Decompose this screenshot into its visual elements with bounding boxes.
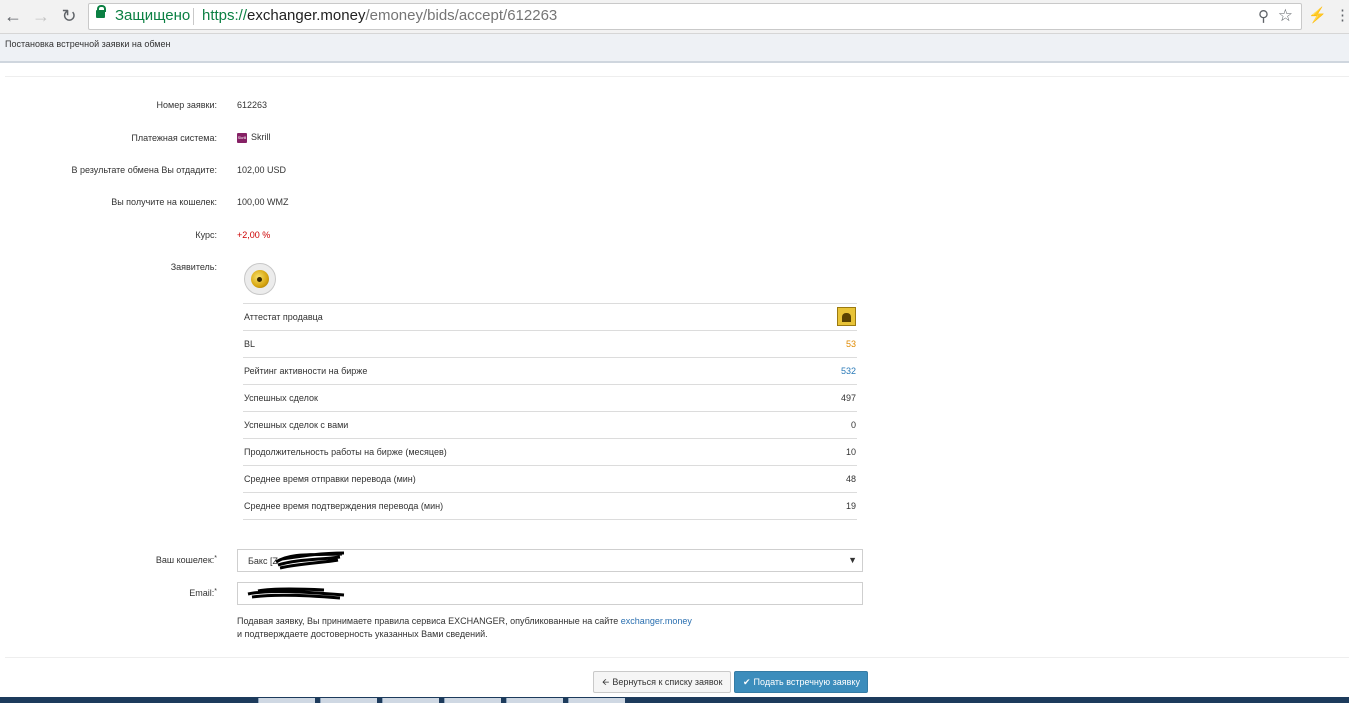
stat-name: Успешных сделок — [244, 393, 318, 403]
stat-value: 10 — [845, 447, 856, 457]
receive-amount-value: 100,00 WMZ — [237, 197, 289, 207]
taskbar-item[interactable] — [258, 698, 315, 703]
stats-row: BL 53 — [243, 331, 857, 358]
rate-label: Курс: — [195, 230, 217, 240]
give-amount-label: В результате обмена Вы отдадите: — [71, 165, 217, 175]
stats-row: Среднее время подтверждения перевода (ми… — [243, 493, 857, 520]
stats-row: Успешных сделок с вами 0 — [243, 412, 857, 439]
url-host: exchanger.money — [247, 7, 366, 24]
back-to-list-button[interactable]: 🡨 Вернуться к списку заявок — [593, 671, 731, 693]
stat-name: Продолжительность работы на бирже (месяц… — [244, 447, 447, 457]
stat-value: 48 — [845, 474, 856, 484]
address-bar[interactable]: Защищено https://exchanger.money/emoney/… — [88, 3, 1302, 30]
stats-row: Рейтинг активности на бирже 532 — [243, 358, 857, 385]
email-label: Email:* — [189, 588, 217, 598]
payment-system-name: Skrill — [251, 132, 271, 142]
stat-value: 0 — [850, 420, 856, 430]
stat-value: 532 — [840, 366, 856, 376]
divider — [5, 657, 1349, 658]
menu-dots-icon[interactable]: ⋮ — [1335, 6, 1349, 24]
email-label-text: Email: — [189, 588, 215, 598]
skrill-logo-icon: Skrill — [237, 132, 247, 143]
forward-arrow-icon[interactable]: → — [30, 5, 52, 27]
submit-button-label: Подать встречную заявку — [753, 677, 860, 687]
stat-name: Аттестат продавца — [244, 312, 323, 322]
receive-amount-label: Вы получите на кошелек: — [111, 197, 217, 207]
redaction-scribble — [275, 551, 345, 570]
stats-row: Среднее время отправки перевода (мин) 48 — [243, 466, 857, 493]
avatar-image-icon — [251, 270, 269, 288]
stat-value: 19 — [845, 501, 856, 511]
check-icon: ✔ — [743, 677, 751, 687]
order-number-value: 612263 — [237, 100, 268, 110]
terms-link[interactable]: exchanger.money — [621, 616, 692, 626]
required-mark: * — [214, 555, 217, 562]
email-field[interactable] — [237, 582, 863, 605]
os-taskbar — [0, 697, 1349, 703]
redaction-scribble — [247, 587, 345, 600]
reload-icon[interactable]: ↻ — [58, 5, 80, 27]
applicant-avatar[interactable] — [244, 263, 276, 295]
address-separator — [193, 8, 194, 25]
back-button-label: Вернуться к списку заявок — [612, 677, 723, 687]
url-scheme: https:// — [202, 7, 248, 24]
attestat-icon[interactable] — [837, 307, 856, 326]
payment-system-label: Платежная система: — [131, 133, 217, 143]
url-text[interactable]: https://exchanger.money/emoney/bids/acce… — [202, 7, 557, 24]
terms-notice: Подавая заявку, Вы принимаете правила се… — [237, 615, 692, 641]
stat-name: Среднее время отправки перевода (мин) — [244, 474, 416, 484]
page-header: Постановка встречной заявки на обмен — [0, 34, 1349, 63]
stat-name: Успешных сделок с вами — [244, 420, 349, 430]
wallet-label: Ваш кошелек:* — [156, 555, 217, 565]
url-path: /emoney/bids/accept/612263 — [365, 7, 558, 24]
bookmark-star-icon[interactable]: ☆ — [1278, 6, 1293, 26]
payment-system-value: Skrill Skrill — [237, 132, 271, 143]
taskbar-item[interactable] — [568, 698, 625, 703]
stat-name: Рейтинг активности на бирже — [244, 366, 368, 376]
dropdown-arrow-icon: ▼ — [848, 555, 857, 565]
required-mark: * — [214, 588, 217, 595]
taskbar-item[interactable] — [444, 698, 501, 703]
taskbar-item[interactable] — [382, 698, 439, 703]
arrow-left-icon: 🡨 — [602, 677, 610, 687]
divider — [5, 76, 1349, 77]
seller-stats-table: Аттестат продавца BL 53 Рейтинг активнос… — [243, 303, 857, 520]
stat-name: BL — [244, 339, 256, 349]
page-title: Постановка встречной заявки на обмен — [5, 39, 171, 49]
stats-row: Продолжительность работы на бирже (месяц… — [243, 439, 857, 466]
zoom-icon[interactable]: ⚲ — [1258, 7, 1269, 25]
stats-row: Успешных сделок 497 — [243, 385, 857, 412]
applicant-label: Заявитель: — [170, 262, 217, 272]
stat-value: 53 — [845, 339, 856, 349]
stat-value: 497 — [840, 393, 856, 403]
wallet-label-text: Ваш кошелек: — [155, 555, 215, 565]
submit-counter-bid-button[interactable]: ✔ Подать встречную заявку — [734, 671, 868, 693]
extension-bolt-icon[interactable]: ⚡ — [1308, 6, 1327, 24]
rate-value: +2,00 % — [237, 230, 271, 240]
terms-text: Подавая заявку, Вы принимаете правила се… — [237, 616, 621, 626]
wallet-select[interactable]: Бакс [Z ▼ — [237, 549, 863, 572]
taskbar-item[interactable] — [320, 698, 377, 703]
terms-text-line2: и подтверждаете достоверность указанных … — [237, 629, 488, 639]
back-arrow-icon[interactable]: ← — [2, 5, 24, 27]
give-amount-value: 102,00 USD — [237, 165, 287, 175]
stat-name: Среднее время подтверждения перевода (ми… — [244, 501, 444, 511]
taskbar-item[interactable] — [506, 698, 563, 703]
secure-label: Защищено — [115, 7, 191, 24]
browser-toolbar: ← → ↻ Защищено https://exchanger.money/e… — [0, 0, 1349, 34]
order-number-label: Номер заявки: — [156, 100, 217, 110]
lock-icon — [96, 5, 106, 18]
stats-row: Аттестат продавца — [243, 304, 857, 331]
